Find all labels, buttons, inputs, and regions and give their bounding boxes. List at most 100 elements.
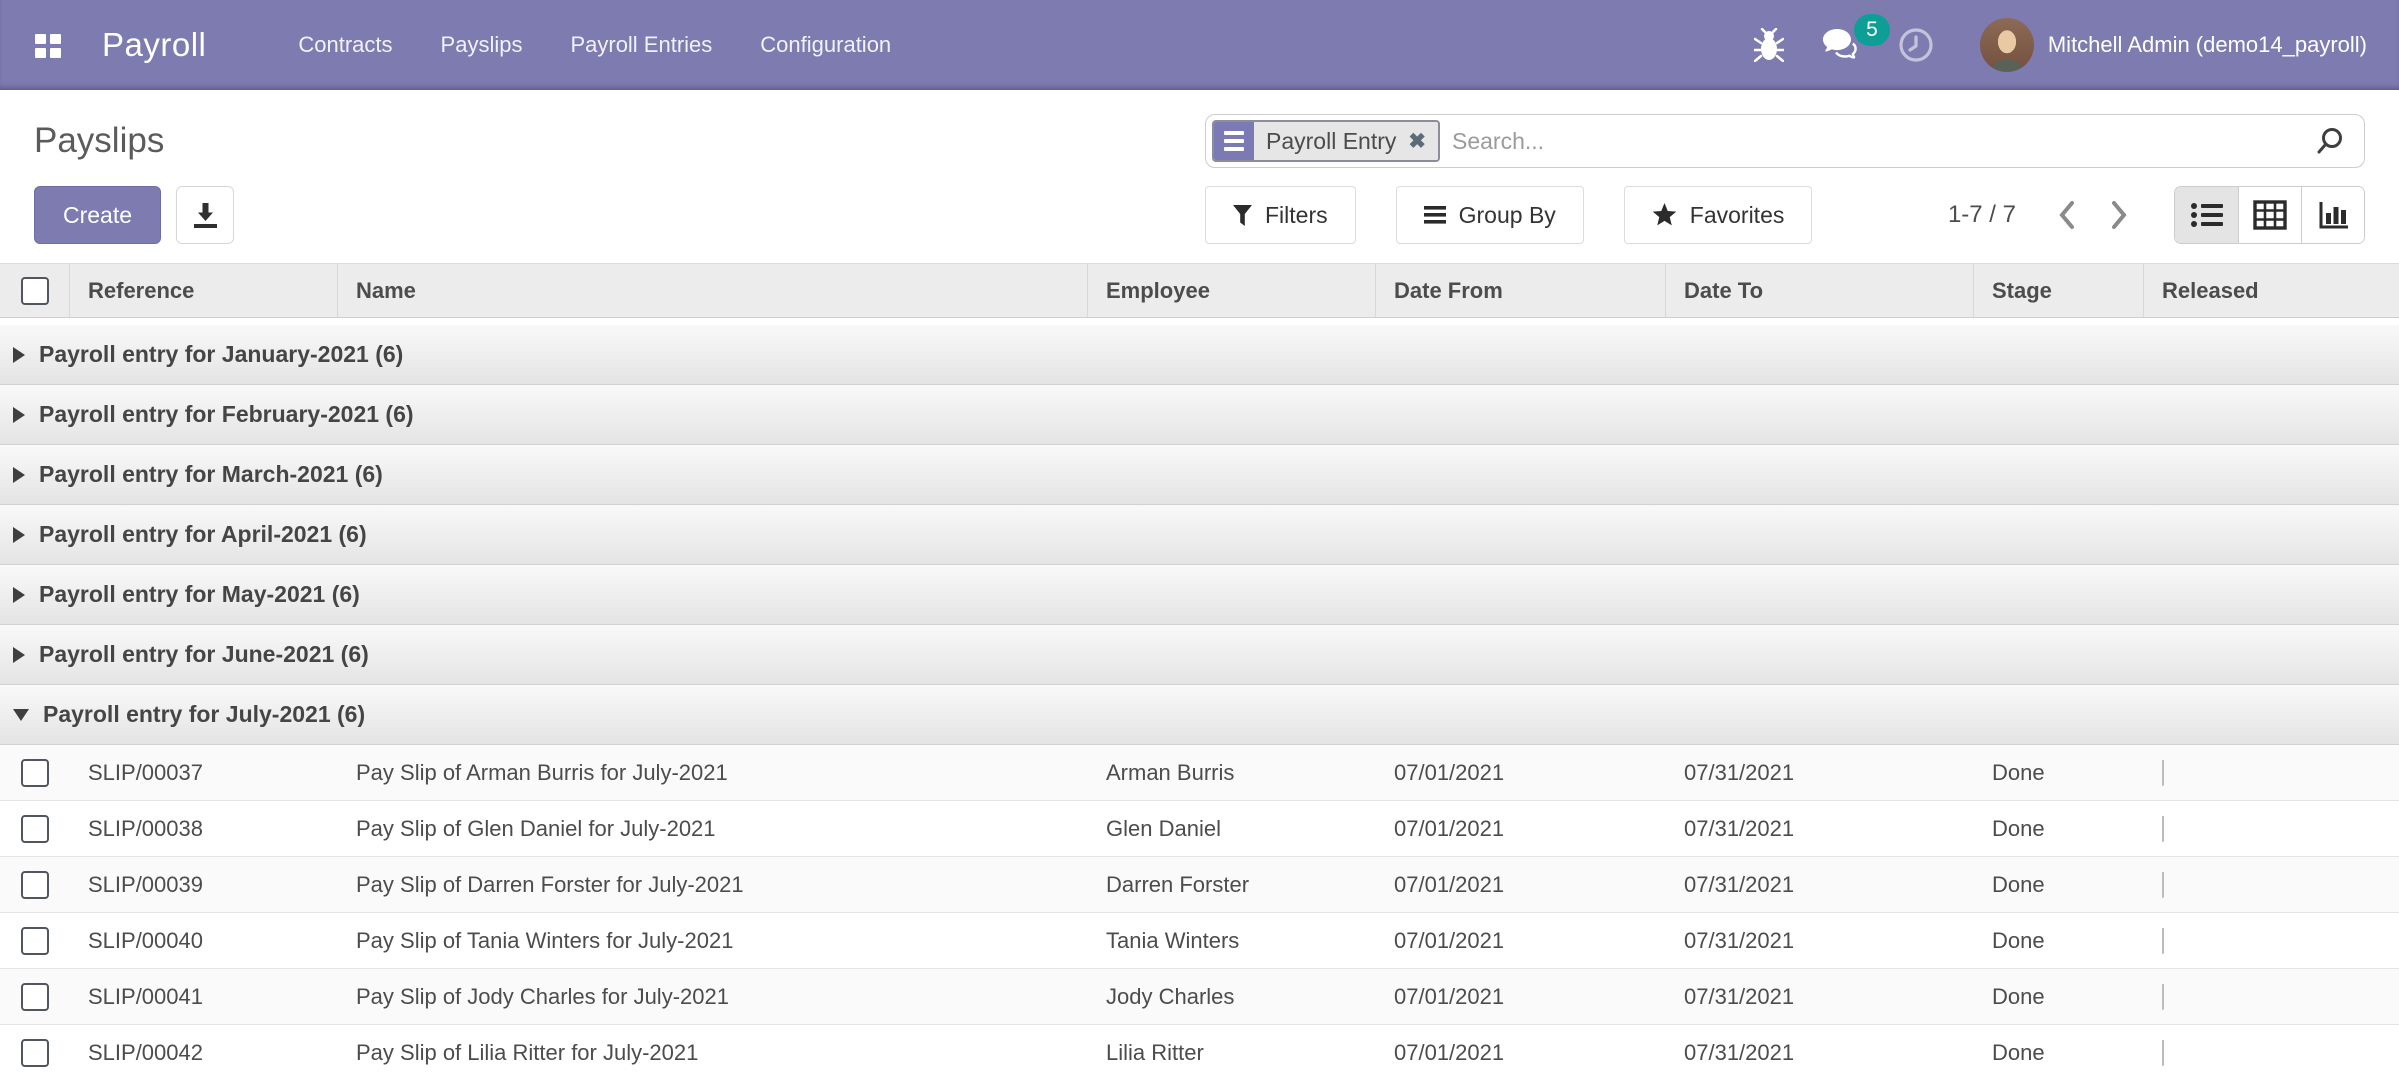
row-checkbox[interactable] <box>21 759 49 787</box>
cell-released <box>2144 1040 2399 1066</box>
graph-view-button[interactable] <box>2301 187 2364 243</box>
column-header-employee[interactable]: Employee <box>1088 264 1376 317</box>
column-header-date-from[interactable]: Date From <box>1376 264 1666 317</box>
group-by-button[interactable]: Group By <box>1396 186 1584 244</box>
activities-button[interactable] <box>1898 27 1934 63</box>
table-row[interactable]: SLIP/00038 Pay Slip of Glen Daniel for J… <box>0 801 2399 857</box>
table-row[interactable]: SLIP/00042 Pay Slip of Lilia Ritter for … <box>0 1025 2399 1080</box>
caret-right-icon <box>13 647 25 663</box>
row-select-cell <box>0 815 70 843</box>
create-button[interactable]: Create <box>34 186 161 244</box>
table-row[interactable]: SLIP/00037 Pay Slip of Arman Burris for … <box>0 745 2399 801</box>
group-row-april[interactable]: Payroll entry for April-2021 (6) <box>0 505 2399 565</box>
cell-date-to: 07/31/2021 <box>1666 928 1974 954</box>
group-row-january[interactable]: Payroll entry for January-2021 (6) <box>0 325 2399 385</box>
released-checkbox <box>2162 760 2164 786</box>
table-row[interactable]: SLIP/00040 Pay Slip of Tania Winters for… <box>0 913 2399 969</box>
menu-item-contracts[interactable]: Contracts <box>274 0 416 90</box>
cell-date-from: 07/01/2021 <box>1376 928 1666 954</box>
group-label: Payroll entry for June-2021 (6) <box>39 641 369 668</box>
row-select-cell <box>0 871 70 899</box>
row-checkbox[interactable] <box>21 815 49 843</box>
messages-button[interactable]: 5 <box>1822 28 1860 62</box>
group-label: Payroll entry for May-2021 (6) <box>39 581 360 608</box>
column-header-name[interactable]: Name <box>338 264 1088 317</box>
cell-name: Pay Slip of Jody Charles for July-2021 <box>338 984 1088 1010</box>
star-icon <box>1652 203 1677 227</box>
table-header: Reference Name Employee Date From Date T… <box>0 263 2399 318</box>
row-checkbox[interactable] <box>21 871 49 899</box>
group-by-facet-icon <box>1214 122 1254 160</box>
pivot-view-button[interactable] <box>2238 187 2301 243</box>
group-label: Payroll entry for January-2021 (6) <box>39 341 403 368</box>
row-checkbox[interactable] <box>21 1039 49 1067</box>
user-name-label: Mitchell Admin (demo14_payroll) <box>2048 32 2367 58</box>
released-checkbox <box>2162 816 2164 842</box>
cell-reference: SLIP/00040 <box>70 928 338 954</box>
select-all-checkbox[interactable] <box>21 277 49 305</box>
list-view-button[interactable] <box>2175 187 2238 243</box>
export-button[interactable] <box>176 186 234 244</box>
group-label: Payroll entry for July-2021 (6) <box>43 701 365 728</box>
chevron-left-icon <box>2058 200 2076 230</box>
select-all-cell <box>0 264 70 317</box>
released-checkbox <box>2162 1040 2164 1066</box>
filters-label: Filters <box>1265 202 1328 229</box>
table-row[interactable]: SLIP/00041 Pay Slip of Jody Charles for … <box>0 969 2399 1025</box>
menu-item-payslips[interactable]: Payslips <box>417 0 547 90</box>
column-header-released[interactable]: Released <box>2144 264 2399 317</box>
row-select-cell <box>0 1039 70 1067</box>
cell-date-to: 07/31/2021 <box>1666 872 1974 898</box>
cell-employee: Tania Winters <box>1088 928 1376 954</box>
favorites-button[interactable]: Favorites <box>1624 186 1813 244</box>
pivot-grid-icon <box>2253 200 2287 230</box>
search-facet-payroll-entry: Payroll Entry ✖ <box>1212 120 1440 162</box>
cell-employee: Glen Daniel <box>1088 816 1376 842</box>
caret-down-icon <box>13 709 29 721</box>
search-icon <box>2316 126 2346 156</box>
chevron-right-icon <box>2110 200 2128 230</box>
debug-bug-button[interactable] <box>1754 28 1784 62</box>
row-select-cell <box>0 759 70 787</box>
group-row-march[interactable]: Payroll entry for March-2021 (6) <box>0 445 2399 505</box>
column-header-stage[interactable]: Stage <box>1974 264 2144 317</box>
pager-previous-button[interactable] <box>2054 196 2080 234</box>
cell-stage: Done <box>1974 984 2144 1010</box>
filters-button[interactable]: Filters <box>1205 186 1356 244</box>
group-row-july-expanded[interactable]: Payroll entry for July-2021 (6) <box>0 685 2399 745</box>
cell-name: Pay Slip of Glen Daniel for July-2021 <box>338 816 1088 842</box>
cell-name: Pay Slip of Lilia Ritter for July-2021 <box>338 1040 1088 1066</box>
cell-stage: Done <box>1974 1040 2144 1066</box>
cell-date-to: 07/31/2021 <box>1666 760 1974 786</box>
caret-right-icon <box>13 467 25 483</box>
row-checkbox[interactable] <box>21 983 49 1011</box>
cell-stage: Done <box>1974 816 2144 842</box>
column-header-reference[interactable]: Reference <box>70 264 338 317</box>
cell-employee: Arman Burris <box>1088 760 1376 786</box>
pager-range: 1-7 / 7 <box>1948 201 2016 229</box>
cell-employee: Darren Forster <box>1088 872 1376 898</box>
cell-stage: Done <box>1974 928 2144 954</box>
pager-next-button[interactable] <box>2106 196 2132 234</box>
search-bar: Payroll Entry ✖ <box>1205 114 2365 168</box>
user-avatar <box>1980 18 2034 72</box>
cell-date-to: 07/31/2021 <box>1666 816 1974 842</box>
app-brand[interactable]: Payroll <box>102 26 206 64</box>
group-row-february[interactable]: Payroll entry for February-2021 (6) <box>0 385 2399 445</box>
group-row-may[interactable]: Payroll entry for May-2021 (6) <box>0 565 2399 625</box>
cell-date-from: 07/01/2021 <box>1376 816 1666 842</box>
cell-released <box>2144 872 2399 898</box>
menu-item-configuration[interactable]: Configuration <box>736 0 915 90</box>
list-view-icon <box>2190 201 2224 229</box>
row-checkbox[interactable] <box>21 927 49 955</box>
cell-date-from: 07/01/2021 <box>1376 984 1666 1010</box>
user-menu[interactable]: Mitchell Admin (demo14_payroll) <box>1972 18 2367 72</box>
apps-menu-icon[interactable] <box>30 27 66 63</box>
column-header-date-to[interactable]: Date To <box>1666 264 1974 317</box>
group-row-june[interactable]: Payroll entry for June-2021 (6) <box>0 625 2399 685</box>
search-input[interactable] <box>1452 128 2316 155</box>
menu-item-payroll-entries[interactable]: Payroll Entries <box>546 0 736 90</box>
payslips-list: Reference Name Employee Date From Date T… <box>0 263 2399 1080</box>
facet-remove-icon[interactable]: ✖ <box>1408 131 1426 152</box>
table-row[interactable]: SLIP/00039 Pay Slip of Darren Forster fo… <box>0 857 2399 913</box>
